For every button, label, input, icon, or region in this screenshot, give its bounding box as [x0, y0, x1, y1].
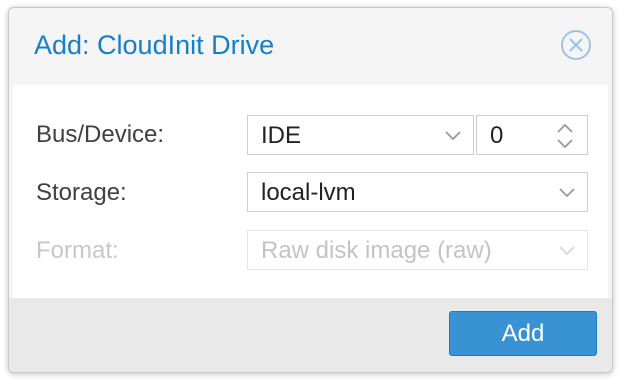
spinner-arrows-icon[interactable] [555, 122, 575, 150]
chevron-down-icon[interactable] [558, 185, 576, 199]
storage-select[interactable]: local-lvm [247, 172, 588, 212]
dialog-body: Bus/Device: IDE 0 Storage: local-lvm For… [13, 85, 608, 298]
dialog-footer: Add [9, 298, 612, 372]
bus-select-value: IDE [261, 122, 302, 149]
dialog-header: Add: CloudInit Drive [9, 8, 612, 84]
format-select: Raw disk image (raw) [247, 230, 588, 270]
bus-select[interactable]: IDE [247, 115, 474, 155]
storage-select-value: local-lvm [261, 179, 356, 206]
bus-device-label: Bus/Device: [36, 121, 165, 148]
storage-label: Storage: [36, 179, 127, 206]
format-select-value: Raw disk image (raw) [261, 237, 492, 264]
device-number-spinner[interactable]: 0 [476, 115, 588, 155]
chevron-down-icon [559, 246, 575, 256]
format-label: Format: [36, 237, 119, 264]
add-button[interactable]: Add [449, 311, 597, 356]
device-number-value: 0 [490, 122, 504, 149]
close-icon[interactable] [560, 29, 592, 61]
dialog-title: Add: CloudInit Drive [34, 30, 275, 60]
chevron-down-icon[interactable] [444, 128, 462, 142]
cloudinit-dialog: Add: CloudInit Drive Bus/Device: IDE 0 S… [8, 7, 613, 373]
